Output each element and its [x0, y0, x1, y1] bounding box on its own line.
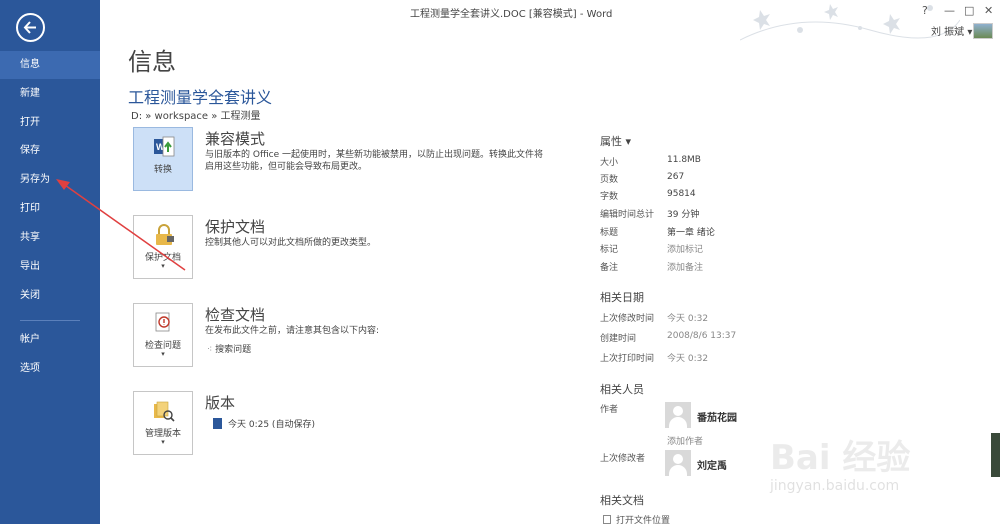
- related-docs-heading: 相关文档: [600, 494, 644, 507]
- modifier-name[interactable]: 刘定禹: [697, 457, 727, 472]
- prop-value-words: 95814: [667, 189, 696, 199]
- author-name[interactable]: 番茄花园: [697, 409, 737, 424]
- date-label-printed: 上次打印时间: [600, 354, 655, 364]
- author-avatar: [665, 402, 691, 428]
- last-modified-by-label: 上次修改者: [600, 454, 646, 464]
- date-label-modified: 上次修改时间: [600, 314, 655, 324]
- prop-value-size: 11.8MB: [667, 155, 701, 165]
- date-value-modified: 今天 0:32: [667, 314, 709, 324]
- baidu-watermark-url: jingyan.baidu.com: [770, 478, 900, 494]
- prop-label-tags: 标记: [600, 245, 619, 255]
- prop-label-edit-time: 编辑时间总计: [600, 210, 655, 220]
- prop-value-title[interactable]: 第一章 绪论: [667, 225, 715, 238]
- add-comments-field[interactable]: 添加备注: [667, 260, 703, 273]
- prop-label-pages: 页数: [600, 175, 619, 185]
- related-dates-heading: 相关日期: [600, 291, 644, 304]
- baidu-watermark: Bai 经验: [770, 438, 911, 478]
- add-author-link[interactable]: 添加作者: [667, 434, 703, 447]
- folder-icon: [603, 515, 611, 524]
- prop-value-edit-time: 39 分钟: [667, 210, 700, 220]
- related-people-heading: 相关人员: [600, 383, 644, 396]
- date-label-created: 创建时间: [600, 334, 637, 344]
- prop-label-size: 大小: [600, 158, 619, 168]
- add-tags-field[interactable]: 添加标记: [667, 242, 703, 255]
- properties-heading[interactable]: 属性 ▾: [600, 133, 631, 149]
- prop-label-title: 标题: [600, 228, 619, 238]
- open-file-location-label: 打开文件位置: [616, 516, 671, 524]
- open-file-location-link[interactable]: 打开文件位置: [603, 513, 670, 524]
- prop-value-pages: 267: [667, 172, 685, 182]
- prop-label-words: 字数: [600, 192, 619, 202]
- modifier-avatar: [665, 450, 691, 476]
- date-value-created: 2008/8/6 13:37: [667, 331, 737, 341]
- prop-label-comments: 备注: [600, 263, 619, 273]
- side-scroll-handle[interactable]: [991, 433, 1000, 477]
- date-value-printed: 今天 0:32: [667, 354, 709, 364]
- word-backstage-window: 信息 新建 打开 保存 另存为 打印 共享 导出 关闭 帐户 选项 工程测量学全…: [0, 0, 1000, 524]
- author-label: 作者: [600, 405, 619, 415]
